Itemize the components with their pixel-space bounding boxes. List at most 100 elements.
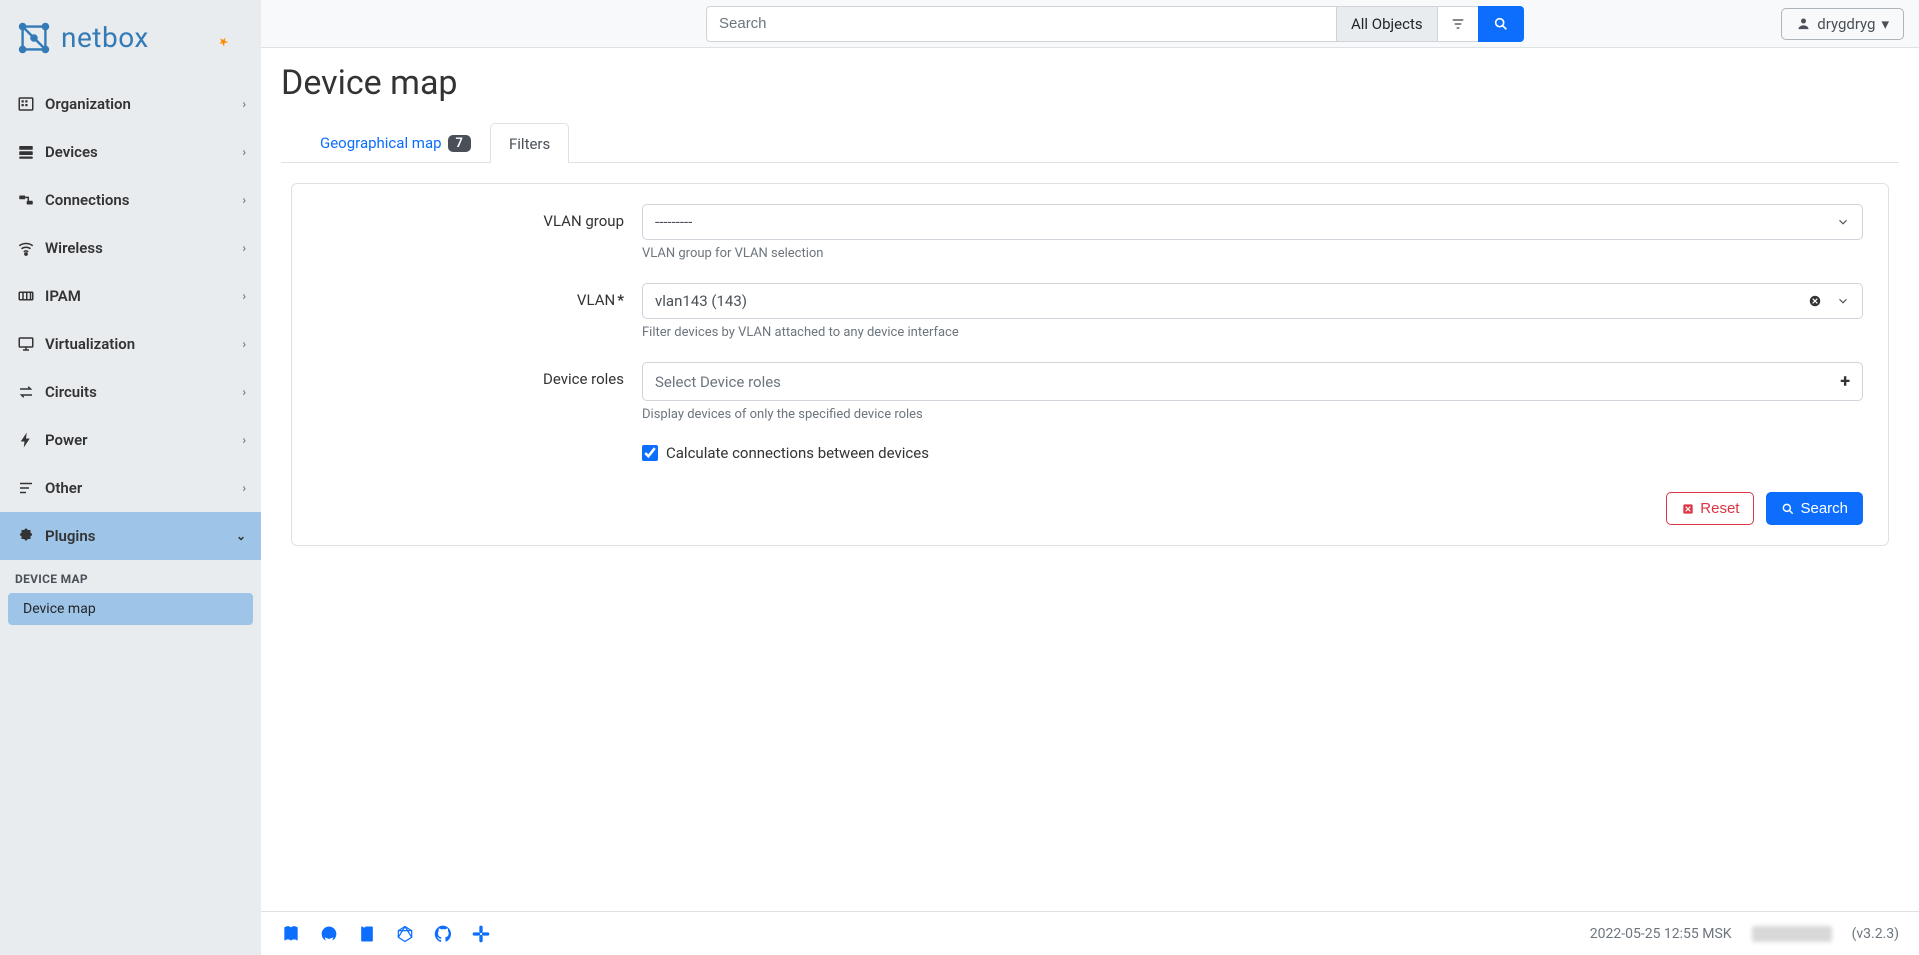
calc-connections-checkbox[interactable] — [642, 445, 658, 461]
field-help: Filter devices by VLAN attached to any d… — [642, 325, 1863, 340]
sidebar-item-connections[interactable]: Connections › — [0, 176, 261, 224]
filter-icon — [1450, 16, 1466, 32]
sidebar-item-other[interactable]: Other › — [0, 464, 261, 512]
sidebar: netbox Organization › Devices › Connecti… — [0, 0, 261, 955]
chevron-right-icon: › — [242, 433, 246, 447]
chevron-right-icon: › — [242, 193, 246, 207]
tab-label: Filters — [509, 135, 550, 153]
sidebar-item-label: Other — [45, 479, 82, 497]
page-title: Device map — [281, 63, 1899, 103]
field-vlan: VLAN* vlan143 (143) Filter devices by VL… — [317, 283, 1863, 340]
sidebar-item-label: Devices — [45, 143, 98, 161]
sidebar-item-circuits[interactable]: Circuits › — [0, 368, 261, 416]
tab-geographical-map[interactable]: Geographical map 7 — [301, 123, 490, 162]
monitor-icon — [15, 335, 37, 353]
footer-version: (v3.2.3) — [1852, 926, 1899, 942]
brand-name: netbox — [61, 21, 149, 54]
building-icon — [15, 95, 37, 113]
vlan-group-select[interactable]: --------- — [642, 204, 1863, 240]
docs-icon[interactable] — [281, 924, 301, 944]
search-filter-button[interactable] — [1437, 6, 1478, 42]
chevron-right-icon: › — [242, 385, 246, 399]
sidebar-item-plugins[interactable]: Plugins ⌄ — [0, 512, 261, 560]
field-label: VLAN* — [317, 283, 642, 340]
search-icon — [1493, 16, 1509, 32]
clear-icon[interactable] — [1808, 294, 1822, 308]
sidebar-item-label: Virtualization — [45, 335, 135, 353]
chevron-down-icon: ⌄ — [236, 529, 246, 543]
device-roles-select[interactable]: Select Device roles + — [642, 362, 1863, 401]
github-icon[interactable] — [433, 924, 453, 944]
chevron-right-icon: › — [242, 97, 246, 111]
button-label: Search — [1800, 500, 1848, 517]
chevron-right-icon: › — [242, 241, 246, 255]
topbar: All Objects drygdryg ▾ — [261, 0, 1919, 48]
sidebar-subitem-device-map[interactable]: Device map — [8, 593, 253, 625]
field-label: VLAN group — [317, 204, 642, 261]
sidebar-item-label: Organization — [45, 95, 131, 113]
flash-icon — [15, 431, 37, 449]
sidebar-item-wireless[interactable]: Wireless › — [0, 224, 261, 272]
sidebar-item-label: Plugins — [45, 527, 95, 545]
graphql-icon[interactable] — [395, 924, 415, 944]
search-input[interactable] — [706, 6, 1336, 42]
filters-card: VLAN group --------- VLAN group for VLAN… — [291, 183, 1889, 546]
sidebar-item-virtualization[interactable]: Virtualization › — [0, 320, 261, 368]
sidebar-item-label: Power — [45, 431, 88, 449]
sidebar-item-label: Connections — [45, 191, 129, 209]
rest-api-icon[interactable] — [357, 924, 377, 944]
netbox-logo-icon — [15, 19, 53, 57]
field-help: VLAN group for VLAN selection — [642, 246, 1863, 261]
chevron-right-icon: › — [242, 289, 246, 303]
footer-timestamp: 2022-05-25 12:55 MSK — [1590, 926, 1732, 942]
chevron-down-icon — [1836, 294, 1850, 308]
tab-label: Geographical map — [320, 134, 442, 152]
form-buttons: Reset Search — [317, 492, 1863, 525]
footer-links — [281, 924, 491, 944]
button-label: Reset — [1700, 500, 1739, 517]
search-type-select[interactable]: All Objects — [1336, 6, 1437, 42]
footer-hostname — [1752, 926, 1832, 942]
select-value: vlan143 (143) — [655, 292, 747, 310]
sidebar-item-label: Circuits — [45, 383, 97, 401]
search-button[interactable]: Search — [1766, 492, 1863, 525]
select-value: --------- — [655, 213, 692, 231]
username: drygdryg — [1817, 15, 1875, 33]
vlan-select[interactable]: vlan143 (143) — [642, 283, 1863, 319]
sidebar-item-devices[interactable]: Devices › — [0, 128, 261, 176]
tab-badge: 7 — [448, 135, 471, 152]
tabs: Geographical map 7 Filters — [281, 123, 1899, 163]
reset-button[interactable]: Reset — [1666, 492, 1754, 525]
puzzle-icon — [15, 527, 37, 545]
pin-sidebar-icon[interactable] — [214, 32, 234, 52]
checkbox-label[interactable]: Calculate connections between devices — [666, 444, 929, 462]
user-menu[interactable]: drygdryg ▾ — [1781, 8, 1904, 40]
sidebar-item-label: IPAM — [45, 287, 81, 305]
footer: 2022-05-25 12:55 MSK (v3.2.3) — [261, 911, 1919, 955]
user-icon — [1796, 16, 1811, 31]
tab-filters[interactable]: Filters — [490, 123, 569, 163]
caret-down-icon: ▾ — [1881, 15, 1889, 33]
sidebar-item-ipam[interactable]: IPAM › — [0, 272, 261, 320]
field-help: Display devices of only the specified de… — [642, 407, 1863, 422]
counter-icon — [15, 287, 37, 305]
sidebar-nav: Organization › Devices › Connections › W… — [0, 75, 261, 955]
field-label: Device roles — [317, 362, 642, 422]
logo-area: netbox — [0, 0, 261, 75]
content: Device map Geographical map 7 Filters VL… — [261, 48, 1919, 911]
sidebar-item-organization[interactable]: Organization › — [0, 80, 261, 128]
swap-icon — [15, 383, 37, 401]
api-icon[interactable] — [319, 924, 339, 944]
field-calc-connections: Calculate connections between devices — [642, 444, 1863, 462]
logo[interactable]: netbox — [15, 19, 149, 57]
search-icon — [1781, 502, 1795, 516]
select-placeholder: Select Device roles — [655, 373, 781, 391]
chevron-down-icon — [1836, 215, 1850, 229]
wifi-icon — [15, 239, 37, 257]
sidebar-section-header: DEVICE MAP — [0, 560, 261, 591]
main: All Objects drygdryg ▾ Device map Geogra… — [261, 0, 1919, 955]
sidebar-item-power[interactable]: Power › — [0, 416, 261, 464]
global-search: All Objects — [706, 6, 1524, 42]
search-submit-button[interactable] — [1478, 6, 1524, 42]
slack-icon[interactable] — [471, 924, 491, 944]
